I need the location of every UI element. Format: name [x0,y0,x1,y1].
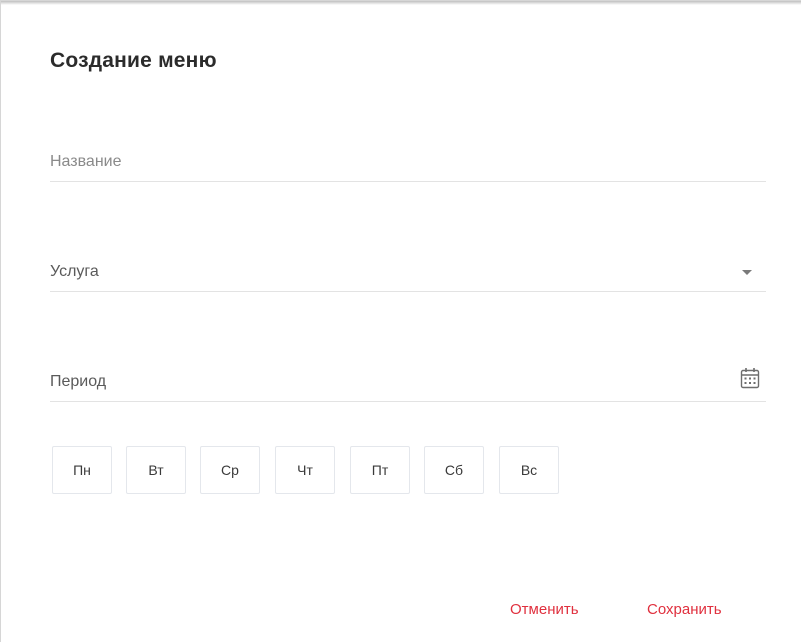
weekday-monday-button[interactable]: Пн [52,446,112,494]
service-select-placeholder: Услуга [50,263,99,280]
period-field-placeholder: Период [50,373,107,390]
dialog-title: Создание меню [50,49,217,72]
name-field-placeholder: Название [50,153,122,170]
name-field[interactable]: Название [50,147,766,182]
weekday-sunday-button[interactable]: Вс [499,446,559,494]
calendar-icon[interactable] [740,367,760,389]
weekday-friday-button[interactable]: Пт [350,446,410,494]
weekday-wednesday-button[interactable]: Ср [200,446,260,494]
dialog-top-shadow [1,1,801,5]
cancel-button[interactable]: Отменить [510,601,579,618]
chevron-down-icon[interactable] [742,270,752,275]
weekday-tuesday-button[interactable]: Вт [126,446,186,494]
save-button[interactable]: Сохранить [647,601,722,618]
service-select[interactable]: Услуга [50,257,766,292]
period-field[interactable]: Период [50,367,766,402]
weekday-thursday-button[interactable]: Чт [275,446,335,494]
create-menu-dialog: Создание меню Название Услуга Период Пн [0,0,801,642]
weekday-saturday-button[interactable]: Сб [424,446,484,494]
